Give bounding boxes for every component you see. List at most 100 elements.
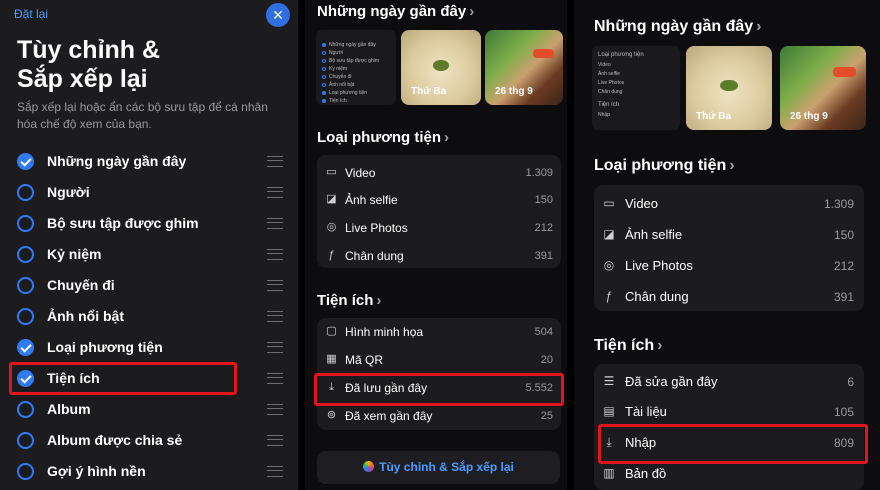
mini-item-label: Video	[598, 62, 611, 68]
chevron-right-icon: ›	[729, 157, 735, 174]
check-circle-icon[interactable]	[17, 308, 34, 325]
section-title-recent-days[interactable]: Những ngày gần đây ›	[317, 3, 474, 20]
section-title-text: Loại phương tiện	[594, 157, 727, 174]
drag-handle-icon[interactable]	[267, 249, 283, 260]
row-label: Chân dung	[625, 289, 689, 304]
row-label: Video	[625, 196, 659, 211]
collection-row-trips[interactable]: Chuyến đi	[17, 271, 287, 299]
row-label: Hình minh họa	[345, 325, 424, 339]
drag-handle-icon[interactable]	[267, 218, 283, 229]
customize-panel: Đặt lại ✕ Tùy chỉnh & Sắp xếp lại Sắp xế…	[0, 0, 298, 490]
drag-handle-icon[interactable]	[267, 156, 283, 167]
collection-label: Bộ sưu tập được ghim	[47, 215, 199, 231]
close-icon[interactable]: ✕	[266, 3, 290, 27]
photo-thumbnail[interactable]: 26 thg 9	[780, 46, 866, 130]
list-row-recently-edited[interactable]: ☰ Đã sửa gần đây 6	[594, 367, 864, 395]
thumbnail-date: Thứ Ba	[411, 86, 447, 97]
collection-row-memories[interactable]: Kỷ niệm	[17, 240, 287, 268]
drag-handle-icon[interactable]	[267, 373, 283, 384]
mini-item: Người	[322, 50, 343, 56]
video-icon: ▭	[603, 196, 615, 210]
thumbnail-date: 26 thg 9	[790, 111, 828, 122]
check-circle-icon[interactable]	[17, 432, 34, 449]
section-title-recent-days[interactable]: Những ngày gần đây ›	[594, 18, 761, 36]
row-label: Live Photos	[345, 221, 408, 235]
drag-handle-icon[interactable]	[267, 435, 283, 446]
page-title: Tùy chỉnh & Sắp xếp lại	[17, 36, 287, 94]
mini-item-label: Chân dung	[598, 89, 623, 95]
selfie-icon: ◪	[326, 193, 337, 205]
section-title-media-types[interactable]: Loại phương tiện ›	[594, 157, 735, 175]
recently-viewed-icon: ⊚	[326, 409, 337, 421]
check-circle-icon[interactable]	[17, 215, 34, 232]
collection-row-shared-album[interactable]: Album được chia sẻ	[17, 426, 287, 454]
customize-rearrange-button[interactable]: Tùy chỉnh & Sắp xếp lại	[317, 451, 560, 484]
check-circle-icon[interactable]	[17, 463, 34, 480]
thumbnail-date: 26 thg 9	[495, 86, 533, 97]
photo-thumbnail[interactable]: Thứ Ba	[401, 30, 481, 105]
drag-handle-icon[interactable]	[267, 187, 283, 198]
check-circle-icon[interactable]	[17, 401, 34, 418]
check-circle-icon[interactable]	[17, 153, 34, 170]
row-count: 212	[534, 222, 553, 234]
collection-row-recent-days[interactable]: Những ngày gần đây	[17, 147, 287, 175]
highlight-box	[314, 373, 564, 406]
mini-customize-preview: Những ngày gần đây Người Bộ sưu tập được…	[316, 30, 396, 105]
row-count: 1.309	[823, 197, 854, 211]
list-row-video[interactable]: ▭ Video 1.309	[594, 189, 864, 217]
list-row-recently-viewed[interactable]: ⊚ Đã xem gần đây 25	[317, 404, 561, 428]
photo-thumbnail[interactable]: 26 thg 9	[485, 30, 563, 105]
collection-row-album[interactable]: Album	[17, 395, 287, 423]
section-title-utilities[interactable]: Tiện ích ›	[594, 337, 663, 355]
drag-handle-icon[interactable]	[267, 404, 283, 415]
check-circle-icon[interactable]	[17, 277, 34, 294]
map-icon: ▥	[603, 466, 615, 480]
collection-row-pinned[interactable]: Bộ sưu tập được ghim	[17, 209, 287, 237]
illustration-icon: ▢	[326, 325, 337, 337]
list-row-live-photos[interactable]: ◎ Live Photos 212	[594, 251, 864, 279]
drag-handle-icon[interactable]	[267, 342, 283, 353]
list-row-portrait[interactable]: ƒ Chân dung 391	[317, 244, 561, 268]
collection-row-media-types[interactable]: Loại phương tiện	[17, 333, 287, 361]
mini-check-icon	[322, 82, 326, 87]
mini-check-icon	[322, 66, 326, 71]
row-label: Đã sửa gần đây	[625, 374, 718, 389]
list-row-video[interactable]: ▭ Video 1.309	[317, 161, 561, 185]
row-count: 105	[833, 405, 854, 419]
collection-row-featured[interactable]: Ảnh nổi bật	[17, 302, 287, 330]
mini-check-icon	[322, 50, 326, 55]
drag-handle-icon[interactable]	[267, 311, 283, 322]
list-row-illustrations[interactable]: ▢ Hình minh họa 504	[317, 320, 561, 344]
drag-handle-icon[interactable]	[267, 280, 283, 291]
chevron-right-icon: ›	[444, 129, 450, 146]
mini-item: Tiện ích	[322, 98, 347, 104]
section-title-utilities[interactable]: Tiện ích ›	[317, 292, 381, 309]
check-circle-icon[interactable]	[17, 246, 34, 263]
list-row-documents[interactable]: ▤ Tài liệu 105	[594, 397, 864, 425]
drag-handle-icon[interactable]	[267, 466, 283, 477]
photo-thumbnail[interactable]: Thứ Ba	[686, 46, 772, 130]
list-row-selfie[interactable]: ◪ Ảnh selfie 150	[317, 188, 561, 212]
button-label: Tùy chỉnh & Sắp xếp lại	[379, 460, 514, 474]
reset-button[interactable]: Đặt lại	[14, 7, 48, 21]
list-row-live-photos[interactable]: ◎ Live Photos 212	[317, 216, 561, 240]
collection-row-wallpaper[interactable]: Gợi ý hình nền	[17, 457, 287, 485]
section-title-text: Tiện ích	[594, 337, 655, 354]
title-line-2: Sắp xếp lại	[17, 65, 148, 93]
check-circle-icon[interactable]	[17, 339, 34, 356]
mini-item-label: Kỷ niệm	[329, 66, 348, 72]
check-circle-icon[interactable]	[17, 184, 34, 201]
row-count: 212	[833, 259, 854, 273]
section-title-media-types[interactable]: Loại phương tiện ›	[317, 129, 449, 146]
row-label: Live Photos	[625, 258, 693, 273]
collection-label: Gợi ý hình nền	[47, 463, 146, 479]
list-row-portrait[interactable]: ƒ Chân dung 391	[594, 282, 864, 310]
row-count: 150	[833, 228, 854, 242]
row-label: Video	[345, 166, 376, 180]
list-row-qr-codes[interactable]: ▦ Mã QR 20	[317, 348, 561, 372]
collection-row-people[interactable]: Người	[17, 178, 287, 206]
list-row-selfie[interactable]: ◪ Ảnh selfie 150	[594, 220, 864, 248]
collection-label: Album được chia sẻ	[47, 432, 183, 448]
mini-item-label: Chuyến đi	[329, 74, 352, 80]
chevron-right-icon: ›	[756, 18, 762, 35]
